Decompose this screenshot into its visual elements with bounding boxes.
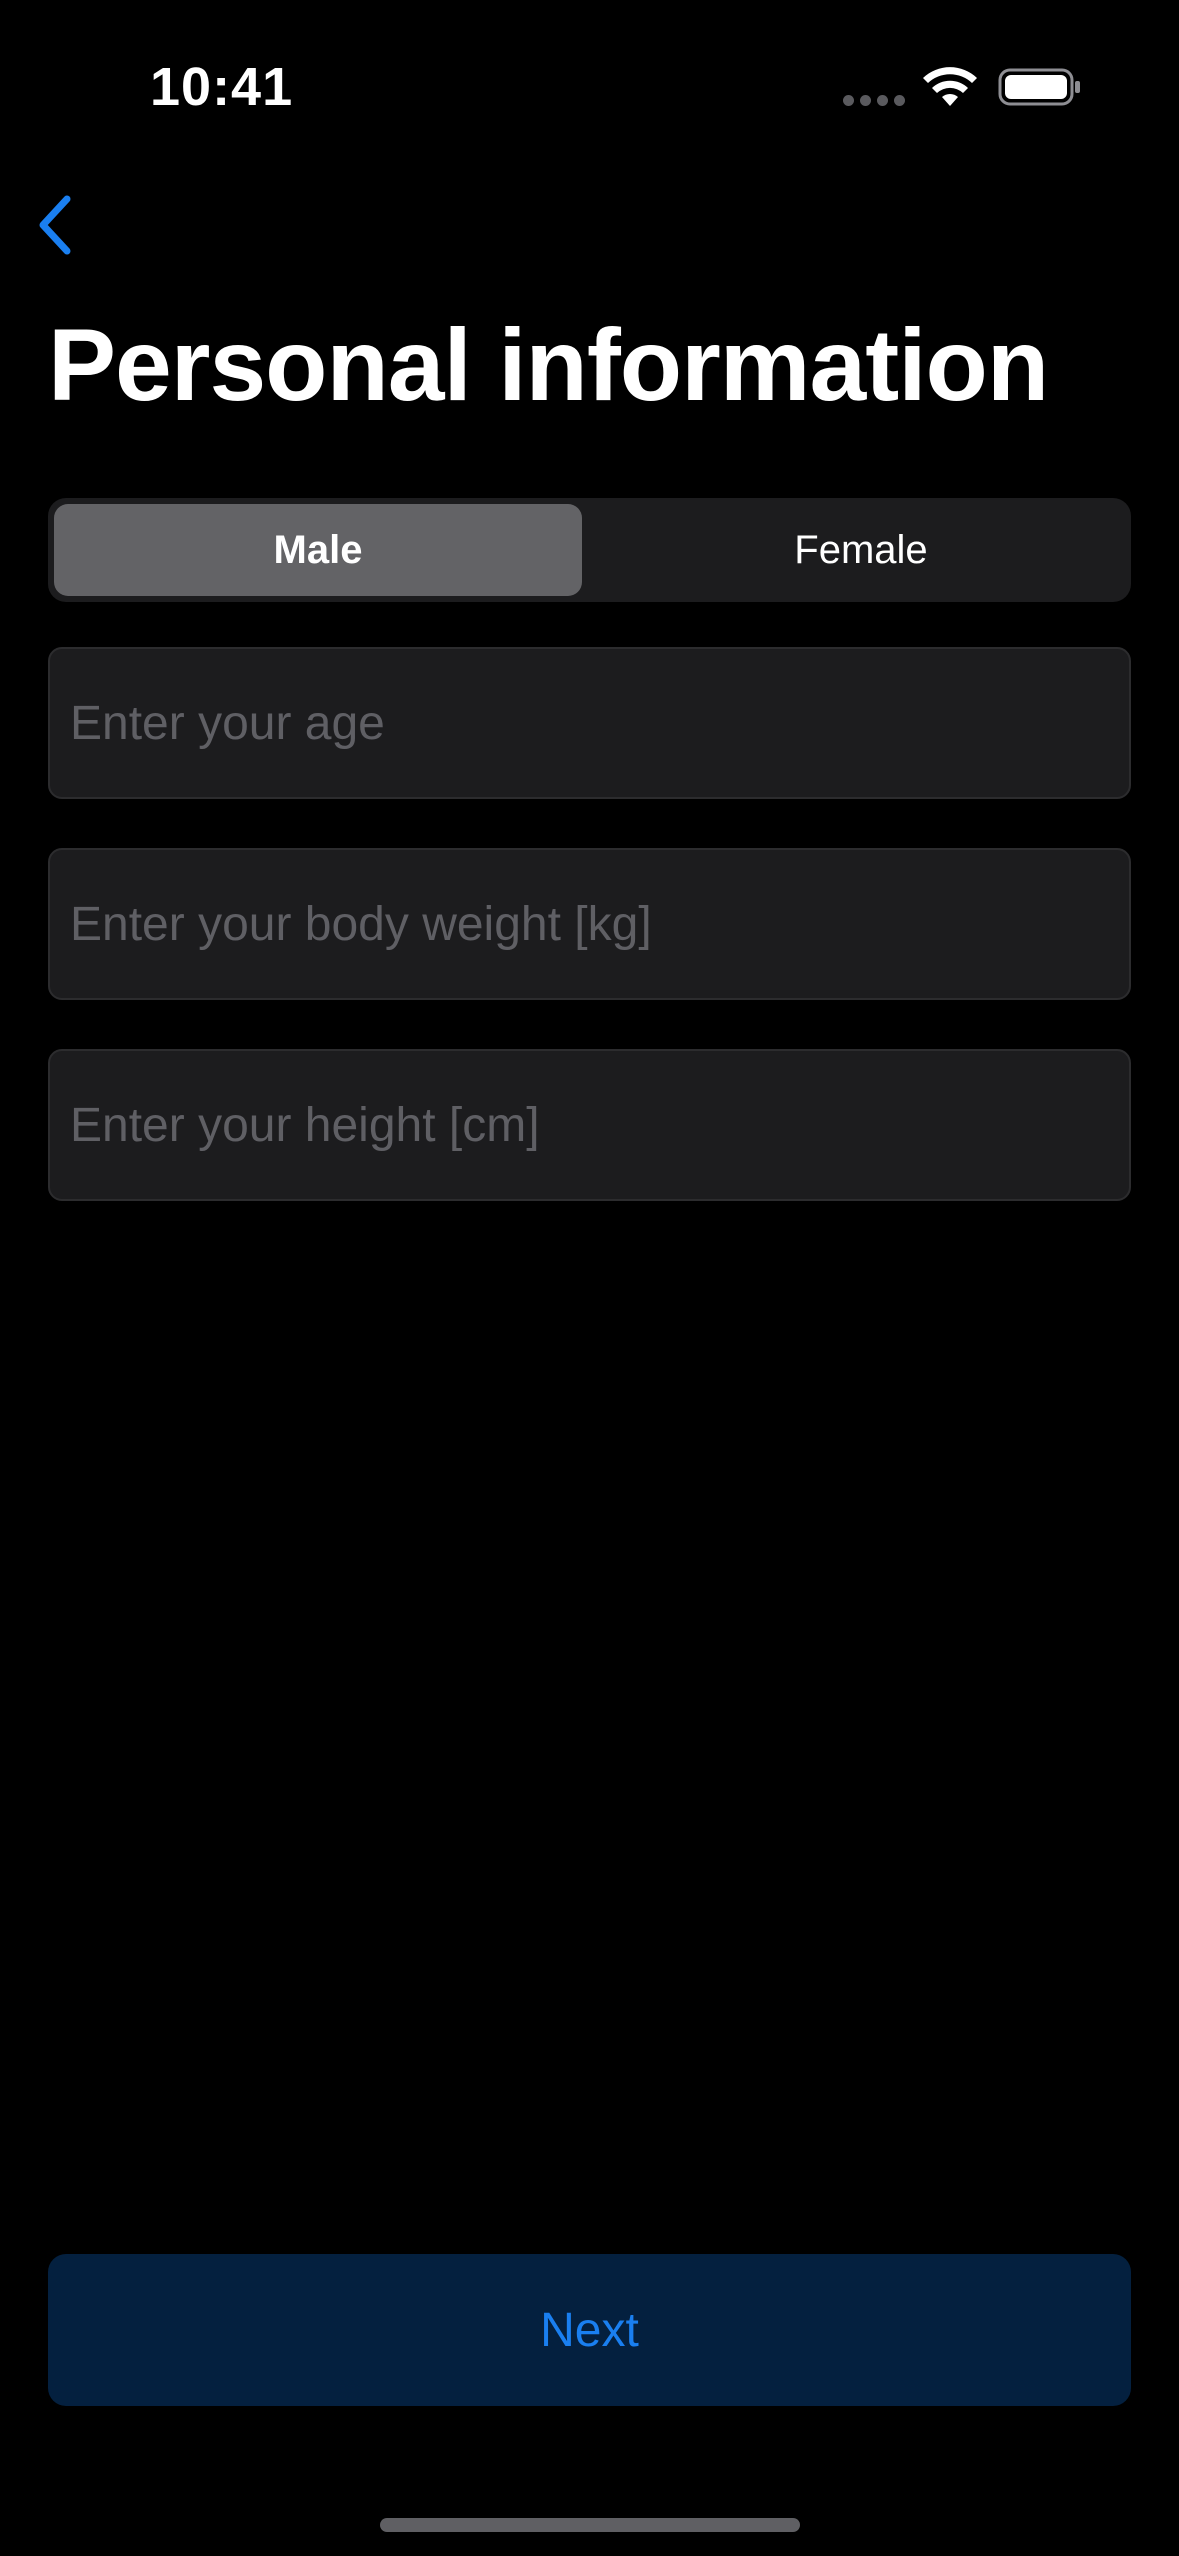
- home-indicator: [380, 2518, 800, 2532]
- page-title: Personal information: [48, 308, 1049, 422]
- body-weight-input[interactable]: [50, 896, 1129, 952]
- status-bar: 10:41: [0, 0, 1179, 150]
- chevron-left-icon: [39, 195, 71, 255]
- weight-field-container: [48, 848, 1131, 1000]
- wifi-icon: [923, 67, 977, 106]
- status-time: 10:41: [150, 57, 294, 117]
- cellular-signal-icon: [843, 95, 905, 107]
- age-input[interactable]: [50, 695, 1129, 751]
- segment-female[interactable]: Female: [597, 504, 1125, 596]
- next-button[interactable]: Next: [48, 2254, 1131, 2406]
- battery-icon: [998, 68, 1080, 106]
- segment-male[interactable]: Male: [54, 504, 582, 596]
- height-field-container: [48, 1049, 1131, 1201]
- back-button[interactable]: [20, 190, 90, 260]
- age-field-container: [48, 647, 1131, 799]
- gender-segmented-control: Male Female: [48, 498, 1131, 602]
- height-input[interactable]: [50, 1097, 1129, 1153]
